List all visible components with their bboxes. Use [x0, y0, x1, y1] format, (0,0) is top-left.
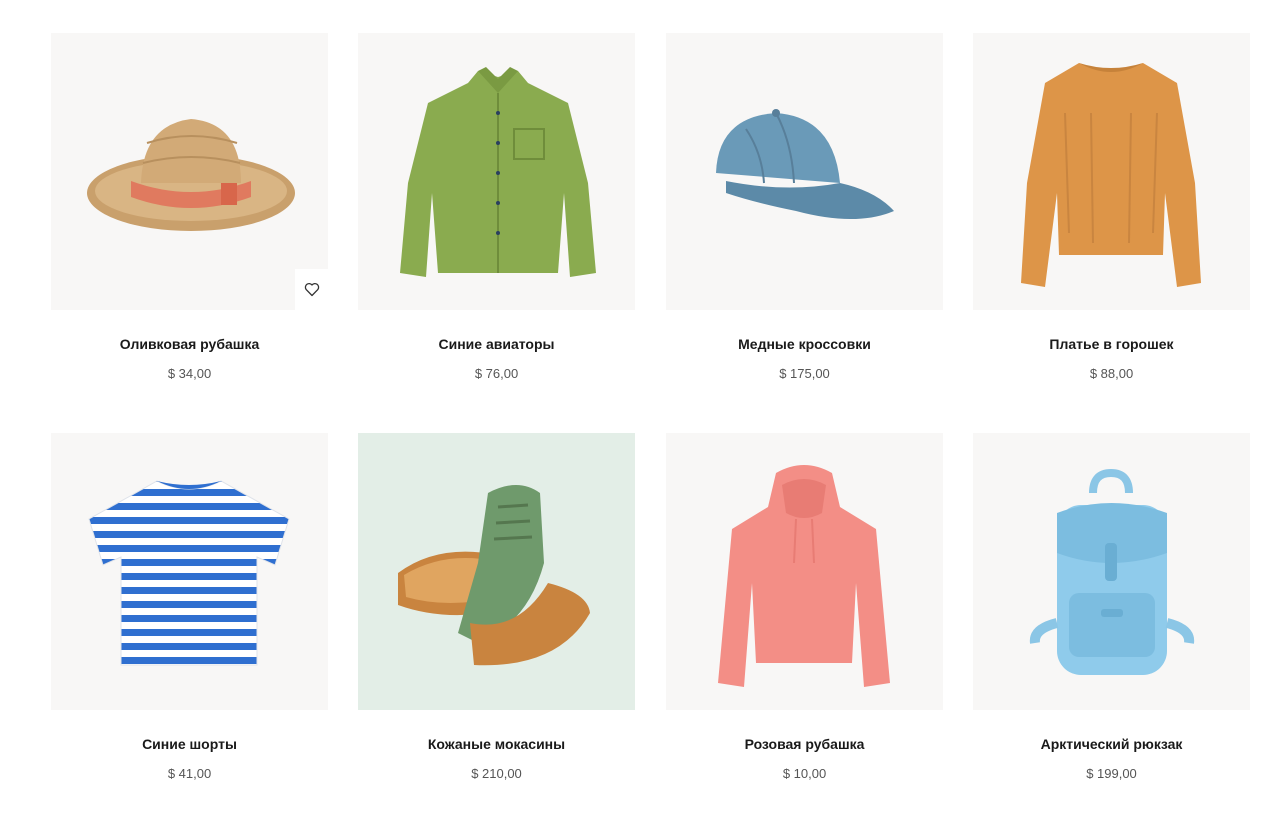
product-card[interactable]: Кожаные мокасины $ 210,00: [358, 433, 635, 782]
product-title[interactable]: Синие авиаторы: [358, 336, 635, 353]
product-card[interactable]: Платье в горошек $ 88,00: [973, 33, 1250, 382]
product-card[interactable]: Арктический рюкзак $ 199,00: [973, 433, 1250, 782]
product-title[interactable]: Платье в горошек: [973, 336, 1250, 353]
product-image[interactable]: [666, 433, 943, 710]
product-title[interactable]: Розовая рубашка: [666, 736, 943, 753]
product-image[interactable]: [973, 33, 1250, 310]
product-image[interactable]: [666, 33, 943, 310]
product-card[interactable]: Оливковая рубашка $ 34,00: [51, 33, 328, 382]
product-card[interactable]: Синие авиаторы $ 76,00: [358, 33, 635, 382]
product-price: $ 76,00: [474, 366, 519, 381]
product-image[interactable]: [51, 33, 328, 310]
product-price: $ 210,00: [471, 766, 522, 781]
blue-backpack-image: [1029, 468, 1195, 675]
product-card[interactable]: Синие шорты $ 41,00: [51, 433, 328, 782]
product-price: $ 175,00: [779, 366, 830, 381]
product-price: $ 34,00: [167, 366, 212, 381]
product-image[interactable]: [51, 433, 328, 710]
product-title[interactable]: Кожаные мокасины: [358, 736, 635, 753]
product-price: $ 88,00: [1089, 366, 1134, 381]
product-card[interactable]: Медные кроссовки $ 175,00: [666, 33, 943, 382]
pink-hoodie-image: [718, 465, 890, 687]
product-price: $ 199,00: [1086, 766, 1137, 781]
product-price: $ 10,00: [782, 766, 827, 781]
orange-sweater-image: [1021, 63, 1201, 287]
green-sneakers-image: [398, 485, 590, 666]
product-image[interactable]: [973, 433, 1250, 710]
product-image[interactable]: [358, 433, 635, 710]
favorite-button[interactable]: [295, 269, 328, 310]
product-title[interactable]: Оливковая рубашка: [51, 336, 328, 353]
product-price: $ 41,00: [167, 766, 212, 781]
striped-tshirt-image: [88, 480, 290, 666]
heart-outline-icon: [304, 282, 319, 297]
product-title[interactable]: Синие шорты: [51, 736, 328, 753]
product-card[interactable]: Розовая рубашка $ 10,00: [666, 433, 943, 782]
product-image[interactable]: [358, 33, 635, 310]
product-title[interactable]: Медные кроссовки: [666, 336, 943, 353]
blue-cap-image: [716, 109, 894, 219]
green-shirt-image: [400, 67, 596, 277]
product-title[interactable]: Арктический рюкзак: [973, 736, 1250, 753]
straw-hat-image: [87, 119, 295, 231]
